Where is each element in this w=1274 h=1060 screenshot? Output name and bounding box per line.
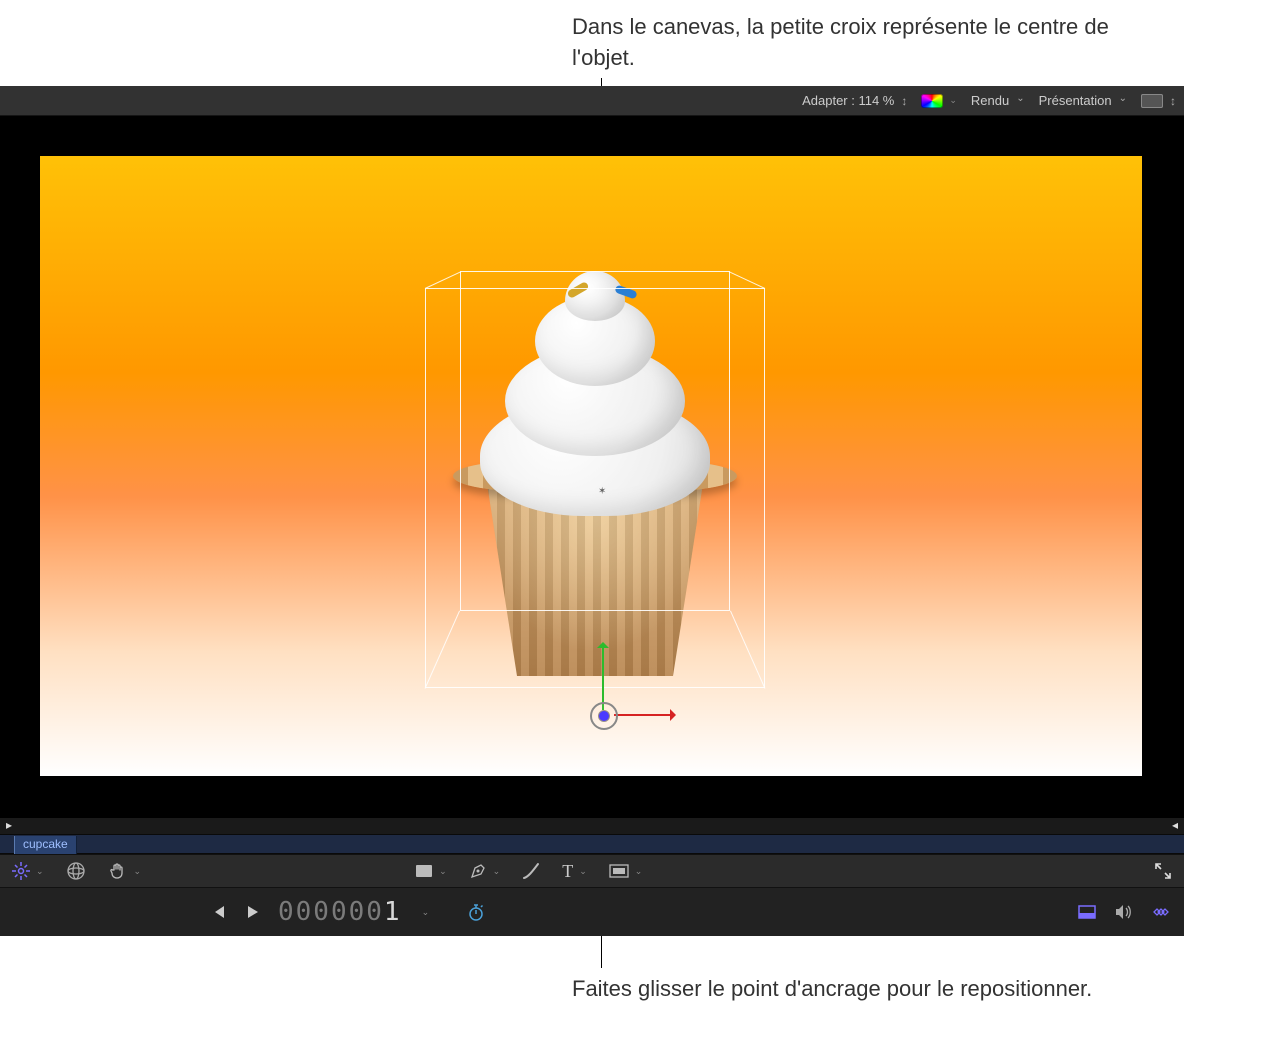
anchor-point-icon: [12, 862, 30, 880]
paint-stroke-tool[interactable]: [522, 862, 540, 880]
show-audio-button[interactable]: [1114, 904, 1132, 920]
show-keyframes-button[interactable]: [1150, 905, 1172, 919]
timecode-menu[interactable]: [420, 904, 430, 920]
mask-shape-tool[interactable]: [609, 863, 643, 879]
color-channels-menu[interactable]: [921, 93, 957, 108]
keyframe-diamonds-icon: [1150, 905, 1172, 919]
render-menu-label: Rendu: [971, 93, 1009, 108]
transport-bar: 0000001: [0, 888, 1184, 936]
bounding-box-front[interactable]: [425, 288, 765, 688]
show-timeline-button[interactable]: [1078, 905, 1096, 919]
motion-viewer-window: Adapter : 114 % Rendu Présentation: [0, 86, 1184, 936]
chevron-down-icon: [491, 863, 501, 879]
3d-sphere-icon: [66, 861, 86, 881]
mini-timeline-track[interactable]: cupcake: [0, 834, 1184, 854]
color-wheel-icon: [921, 94, 943, 108]
anchor-point-handle[interactable]: [590, 702, 620, 732]
speaker-icon: [1114, 904, 1132, 920]
clip-label: cupcake: [23, 837, 68, 851]
view-menu-label: Présentation: [1039, 93, 1112, 108]
aspect-rect-icon: [1141, 94, 1163, 108]
stopwatch-button[interactable]: [467, 903, 485, 921]
timeline-clip[interactable]: cupcake: [14, 836, 77, 854]
chevron-down-icon: [633, 863, 643, 879]
fullscreen-toggle[interactable]: [1154, 862, 1172, 880]
callout-center-cross: Dans le canevas, la petite croix représe…: [572, 12, 1172, 74]
render-menu[interactable]: Rendu: [971, 93, 1025, 108]
timecode-prefix: 000000: [278, 897, 384, 927]
x-axis-arrow-icon[interactable]: [614, 714, 672, 716]
chevron-down-icon: [947, 93, 957, 108]
y-axis-arrow-icon[interactable]: [602, 646, 604, 710]
bezier-pen-tool[interactable]: [469, 862, 501, 880]
zoom-level-stepper[interactable]: Adapter : 114 %: [802, 93, 907, 108]
anchor-z-dot-icon: [599, 711, 609, 721]
chevron-down-icon: [132, 863, 142, 879]
rectangle-shape-tool[interactable]: [415, 863, 447, 879]
canvas-toolbar: T: [0, 854, 1184, 888]
go-to-start-button[interactable]: [210, 904, 226, 920]
mask-rect-icon: [609, 864, 629, 878]
chevron-down-icon: [577, 863, 587, 879]
view-menu[interactable]: Présentation: [1039, 93, 1127, 108]
canvas-top-toolbar: Adapter : 114 % Rendu Présentation: [0, 86, 1184, 116]
chevron-down-icon: [34, 863, 44, 879]
expand-arrows-icon: [1154, 862, 1172, 880]
object-center-cross-icon: [598, 488, 606, 496]
timeline-panel-icon: [1078, 905, 1096, 919]
canvas-viewport[interactable]: [40, 156, 1142, 776]
zoom-level-label: Adapter : 114 %: [802, 93, 894, 108]
3d-transform-tool[interactable]: [66, 861, 86, 881]
chevron-down-icon: [437, 863, 447, 879]
pen-nib-icon: [469, 862, 487, 880]
aspect-ratio-menu[interactable]: [1141, 94, 1176, 108]
canvas-area[interactable]: [0, 116, 1184, 818]
pan-tool[interactable]: [108, 861, 142, 881]
stopwatch-icon: [467, 903, 485, 921]
timecode-current-frame: 1: [384, 897, 402, 927]
hand-icon: [108, 861, 128, 881]
mini-timeline-ruler[interactable]: ▸ ◂: [0, 818, 1184, 834]
text-tool[interactable]: T: [562, 861, 587, 882]
timecode-display[interactable]: 0000001: [278, 897, 402, 927]
text-t-icon: T: [562, 861, 573, 882]
brush-stroke-icon: [522, 862, 540, 880]
callout-anchor-drag: Faites glisser le point d'ancrage pour l…: [572, 974, 1172, 1005]
chevron-down-icon: [420, 904, 430, 920]
anchor-point-tool[interactable]: [12, 862, 44, 880]
out-point-marker-icon[interactable]: ◂: [1172, 818, 1178, 832]
in-point-marker-icon[interactable]: ▸: [6, 818, 12, 832]
play-button[interactable]: [244, 904, 260, 920]
rectangle-icon: [415, 864, 433, 878]
